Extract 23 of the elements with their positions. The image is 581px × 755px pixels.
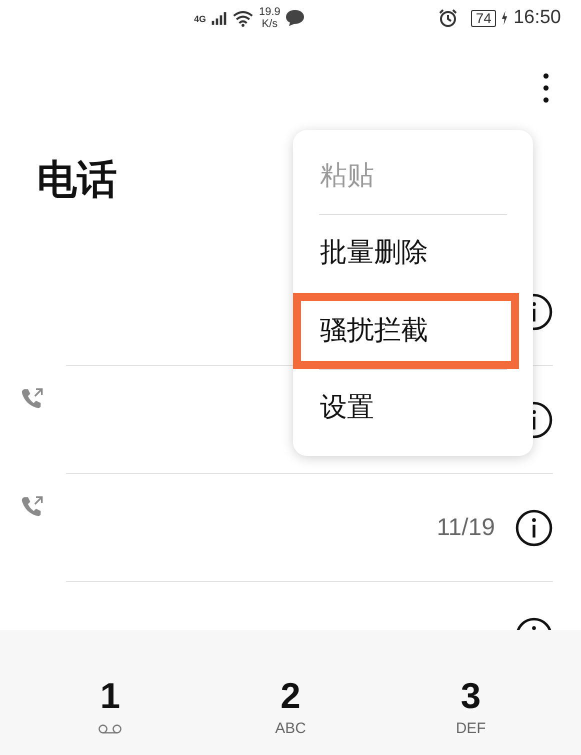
info-icon[interactable] [515, 508, 553, 546]
menu-item[interactable]: 设置 [293, 370, 533, 446]
keypad-key[interactable]: 1 [40, 630, 180, 734]
keypad-key[interactable]: 3 DEF [400, 630, 541, 737]
outgoing-call-icon [21, 496, 43, 518]
charging-icon [501, 11, 508, 25]
wifi-icon [232, 10, 254, 26]
page-title: 电话 [37, 157, 117, 203]
battery-level: 74 [470, 10, 496, 26]
more-options-icon[interactable] [543, 73, 549, 103]
chat-bubble-icon [285, 9, 306, 27]
clock-time: 16:50 [513, 7, 561, 29]
network-type: 4G [194, 14, 206, 24]
menu-item[interactable]: 批量删除 [293, 215, 533, 291]
call-date: 11/19 [436, 514, 495, 542]
speed-unit: K/s [262, 18, 278, 30]
signal-icon [211, 10, 228, 26]
voicemail-icon [98, 724, 122, 734]
alarm-clock-icon [438, 8, 458, 28]
menu-item[interactable]: 骚扰拦截 [293, 293, 519, 369]
speed-value: 19.9 [259, 6, 280, 18]
keypad-key[interactable]: 2 ABC [220, 630, 360, 737]
outgoing-call-icon [21, 388, 43, 410]
